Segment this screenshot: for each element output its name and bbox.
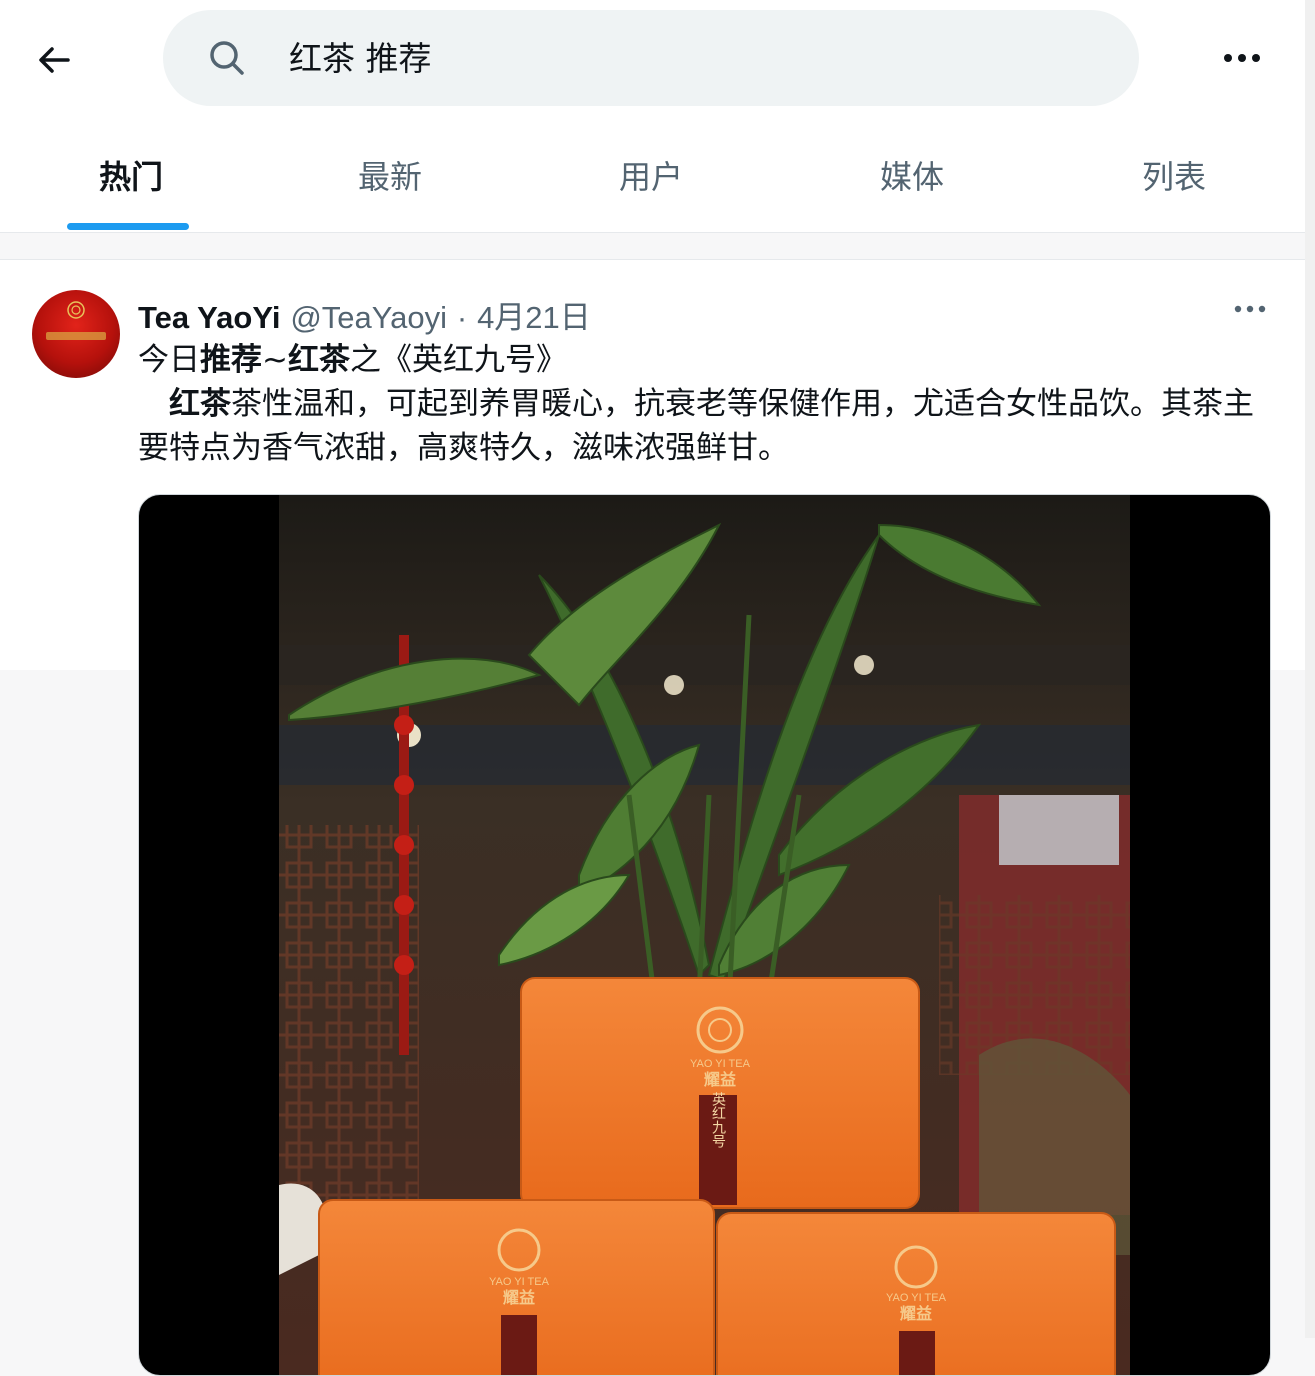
tweet-media[interactable]: YAO YI TEA 耀益 英红九号 YAO YI TEA 耀益 YAO YI … xyxy=(138,494,1271,1376)
back-button[interactable] xyxy=(28,34,80,86)
author-handle[interactable]: @TeaYaoyi xyxy=(290,300,447,335)
highlight-term: 红茶 xyxy=(287,342,350,378)
tweet-header: Tea YaoYi @TeaYaoyi · 4月21日 xyxy=(138,292,591,337)
tab-label: 最新 xyxy=(357,158,422,196)
search-icon xyxy=(210,41,244,75)
brand-logo-icon xyxy=(67,301,85,319)
box-brand-en: YAO YI TEA xyxy=(886,1292,947,1304)
tab-lists[interactable]: 列表 xyxy=(1043,128,1305,232)
box-product: 英红九号 xyxy=(710,1091,726,1148)
more-button[interactable] xyxy=(1218,38,1266,78)
tab-label: 用户 xyxy=(618,158,683,196)
tweet-more-icon xyxy=(1234,305,1266,313)
box-brand-en: YAO YI TEA xyxy=(489,1276,550,1288)
tab-latest[interactable]: 最新 xyxy=(259,128,521,232)
box-brand-cn: 耀益 xyxy=(900,1304,932,1323)
tweet-more-button[interactable] xyxy=(1228,294,1272,324)
box-brand-en: YAO YI TEA xyxy=(690,1058,751,1070)
text-segment: 之《英红九号》 xyxy=(349,342,567,378)
tweet-date[interactable]: 4月21日 xyxy=(477,300,591,335)
tweet-line-1: 今日推荐~红茶之《英红九号》 xyxy=(138,338,1268,382)
scrollbar-track[interactable] xyxy=(1305,0,1315,1338)
separator: · xyxy=(456,300,468,335)
tab-label: 媒体 xyxy=(879,158,944,196)
highlight-term: 推荐 xyxy=(200,342,262,378)
text-segment: ~ xyxy=(262,342,288,378)
text-segment: 今日 xyxy=(138,342,200,378)
tab-label: 热门 xyxy=(98,158,163,196)
more-icon xyxy=(1224,54,1260,62)
tab-media[interactable]: 媒体 xyxy=(781,128,1043,232)
search-box[interactable] xyxy=(163,10,1139,106)
back-arrow-icon xyxy=(39,47,70,73)
highlight-term: 红茶 xyxy=(169,386,231,422)
tab-top[interactable]: 热门 xyxy=(0,128,262,232)
active-tab-indicator xyxy=(67,223,189,230)
author-name[interactable]: Tea YaoYi xyxy=(138,300,280,335)
tab-label: 列表 xyxy=(1141,158,1206,196)
tweet-line-2: 红茶茶性温和，可起到养胃暖心，抗衰老等保健作用，尤适合女性品饮。其茶主要特点为香… xyxy=(138,382,1268,470)
tweet-text: 今日推荐~红茶之《英红九号》 红茶茶性温和，可起到养胃暖心，抗衰老等保健作用，尤… xyxy=(138,338,1268,470)
avatar-banner xyxy=(46,332,106,340)
box-brand-cn: 耀益 xyxy=(503,1288,535,1307)
tab-people[interactable]: 用户 xyxy=(520,128,782,232)
avatar[interactable] xyxy=(32,290,120,378)
tab-bar: 热门 最新 用户 媒体 列表 xyxy=(0,128,1305,232)
text-segment: 茶性温和，可起到养胃暖心，抗衰老等保健作用，尤适合女性品饮。其茶主要特点为香气浓… xyxy=(138,386,1254,466)
text-indent xyxy=(138,386,169,422)
top-bar: 热门 最新 用户 媒体 列表 xyxy=(0,0,1305,233)
search-input[interactable] xyxy=(289,36,1069,75)
box-brand-cn: 耀益 xyxy=(704,1070,736,1089)
tea-box-photo: YAO YI TEA 耀益 英红九号 YAO YI TEA 耀益 YAO YI … xyxy=(279,495,1130,1375)
